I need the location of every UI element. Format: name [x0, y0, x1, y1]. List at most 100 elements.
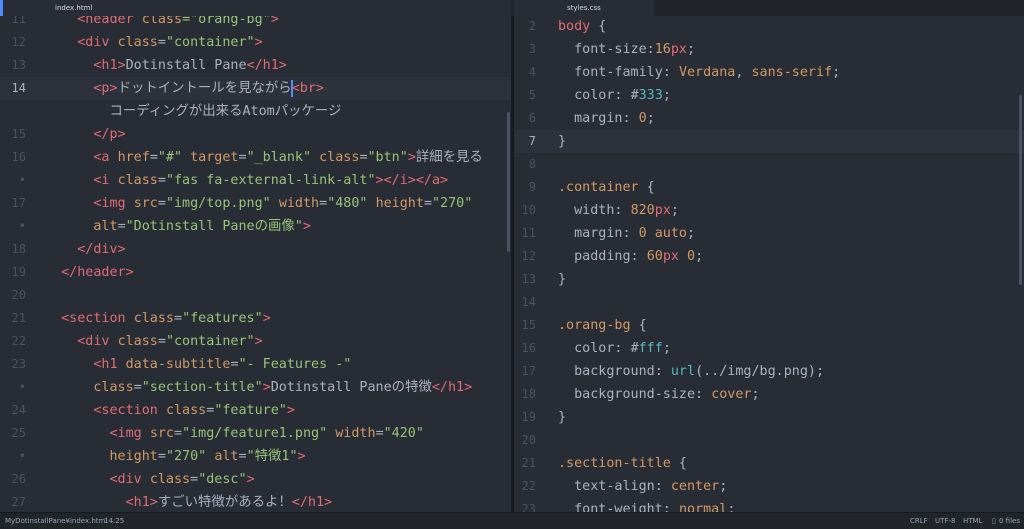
code-text[interactable]: <section class="feature"> [45, 399, 295, 422]
tab-styles-css[interactable]: styles.css [514, 0, 654, 16]
code-text[interactable]: <h1 data-subtitle="- Features -" [45, 353, 351, 376]
code-text[interactable]: コーディングが出来るAtomパッケージ [45, 100, 342, 123]
code-text[interactable]: } [558, 268, 566, 291]
code-line[interactable]: 13 <h1>Dotinstall Pane</h1> [0, 54, 512, 77]
code-line[interactable]: 17 background: url(../img/bg.png); [514, 360, 1024, 383]
code-text[interactable]: <header class="orang-bg"> [45, 16, 279, 31]
code-line[interactable]: 18 </div> [0, 238, 512, 261]
code-text[interactable]: } [558, 130, 566, 153]
grammar[interactable]: HTML [963, 513, 982, 529]
code-text[interactable]: <img src="img/top.png" width="480" heigh… [45, 192, 472, 215]
code-text[interactable]: padding: 60px 0; [558, 245, 703, 268]
code-line[interactable]: 9 .container { [514, 176, 1024, 199]
code-text[interactable]: <img src="img/feature1.png" width="420" [45, 422, 424, 445]
code-text[interactable]: <h1>すごい特徴があるよ！</h1> [45, 491, 332, 512]
code-line[interactable]: 5 color: #333; [514, 84, 1024, 107]
code-line[interactable]: 26 <div class="desc"> [0, 468, 512, 491]
code-line[interactable]: 21 .section-title { [514, 452, 1024, 475]
code-text[interactable]: alt="Dotinstall Paneの画像"> [45, 215, 311, 238]
code-line[interactable]: 24 <section class="feature"> [0, 399, 512, 422]
code-text[interactable]: </div> [45, 238, 125, 261]
code-line[interactable]: 23 font-weight: normal; [514, 498, 1024, 512]
code-text[interactable]: text-align: center; [558, 475, 727, 498]
code-text[interactable]: } [558, 406, 566, 429]
code-text[interactable]: .orang-bg { [558, 314, 647, 337]
code-text[interactable]: <i class="fas fa-external-link-alt"></i>… [45, 169, 448, 192]
code-text[interactable]: <div class="container"> [45, 330, 262, 353]
code-token: center [670, 479, 720, 494]
code-line[interactable]: 14 <p>ドットイントールを見ながら<br> [0, 77, 512, 100]
code-line[interactable]: 27 <h1>すごい特徴があるよ！</h1> [0, 491, 512, 512]
code-line[interactable]: • alt="Dotinstall Paneの画像"> [0, 215, 512, 238]
code-text[interactable]: <div class="desc"> [45, 468, 255, 491]
code-text[interactable]: width: 820px; [558, 199, 679, 222]
tab-index-html[interactable]: index.html [0, 0, 511, 16]
code-text[interactable]: </header> [45, 261, 134, 284]
code-text[interactable]: color: #fff; [558, 337, 671, 360]
file-path[interactable]: MyDotinstallPane¥index.html [5, 513, 107, 529]
code-token: "480" [327, 196, 368, 211]
editor-pane-left[interactable]: 11 <header class="orang-bg"> 12 <div clas… [0, 16, 512, 512]
code-line[interactable]: • class="section-title">Dotinstall Paneの… [0, 376, 512, 399]
code-line[interactable]: 15 </p> [0, 123, 512, 146]
code-line[interactable]: 3 font-size:16px; [514, 38, 1024, 61]
code-text[interactable]: background-size: cover; [558, 383, 759, 406]
code-text[interactable]: margin: 0 auto; [558, 222, 695, 245]
code-text[interactable]: font-weight: normal; [558, 498, 735, 512]
code-line[interactable]: 25 <img src="img/feature1.png" width="42… [0, 422, 512, 445]
code-line[interactable]: 17 <img src="img/top.png" width="480" he… [0, 192, 512, 215]
git-icon[interactable]: ▯ [992, 513, 996, 529]
code-line[interactable]: 23 <h1 data-subtitle="- Features -" [0, 353, 512, 376]
code-line[interactable]: 22 <div class="container"> [0, 330, 512, 353]
code-line[interactable]: 7} [514, 130, 1024, 153]
right-scrollbar[interactable] [1019, 95, 1022, 285]
code-line[interactable]: 20 [514, 429, 1024, 452]
code-line[interactable]: 4 font-family: Verdana, sans-serif; [514, 61, 1024, 84]
code-text[interactable]: font-family: Verdana, sans-serif; [558, 61, 840, 84]
code-line[interactable]: • height="270" alt="特徴1"> [0, 445, 512, 468]
git-files[interactable]: 0 files [999, 513, 1020, 529]
code-text[interactable]: <p>ドットイントールを見ながら<br> [45, 77, 324, 100]
code-line[interactable]: 11 margin: 0 auto; [514, 222, 1024, 245]
code-line[interactable]: 10 width: 820px; [514, 199, 1024, 222]
code-line[interactable]: 12 padding: 60px 0; [514, 245, 1024, 268]
cursor-position[interactable]: 14:25 [104, 513, 124, 529]
code-line[interactable]: • <i class="fas fa-external-link-alt"></… [0, 169, 512, 192]
code-line[interactable]: 13} [514, 268, 1024, 291]
code-text[interactable]: font-size:16px; [558, 38, 695, 61]
code-line[interactable]: 19 </header> [0, 261, 512, 284]
code-text[interactable]: color: #333; [558, 84, 671, 107]
code-text[interactable]: margin: 0; [558, 107, 655, 130]
code-line[interactable]: 22 text-align: center; [514, 475, 1024, 498]
code-text[interactable]: height="270" alt="特徴1"> [45, 445, 306, 468]
code-line[interactable]: 2 body { [514, 16, 1024, 38]
code-text[interactable]: <section class="features"> [45, 307, 271, 330]
code-line[interactable]: 18 background-size: cover; [514, 383, 1024, 406]
code-line[interactable]: 16 color: #fff; [514, 337, 1024, 360]
code-text[interactable]: .container { [558, 176, 655, 199]
code-line[interactable]: 12 <div class="container"> [0, 31, 512, 54]
code-text[interactable]: body { [558, 16, 606, 38]
code-text[interactable]: .section-title { [558, 452, 687, 475]
code-line[interactable]: コーディングが出来るAtomパッケージ [0, 100, 512, 123]
code-line[interactable]: 11 <header class="orang-bg"> [0, 16, 512, 31]
code-text[interactable]: </p> [45, 123, 125, 146]
encoding[interactable]: UTF-8 [935, 513, 955, 529]
code-text[interactable]: <h1>Dotinstall Pane</h1> [45, 54, 287, 77]
line-ending[interactable]: CRLF [910, 513, 928, 529]
left-scrollbar[interactable] [507, 112, 510, 252]
code-text[interactable]: <a href="#" target="_blank" class="btn">… [45, 146, 482, 169]
code-line[interactable]: 20 [0, 284, 512, 307]
code-line[interactable]: 16 <a href="#" target="_blank" class="bt… [0, 146, 512, 169]
code-line[interactable]: 21 <section class="features"> [0, 307, 512, 330]
code-line[interactable]: 6 margin: 0; [514, 107, 1024, 130]
code-line[interactable]: 19} [514, 406, 1024, 429]
code-line[interactable]: 14 [514, 291, 1024, 314]
code-line[interactable]: 15 .orang-bg { [514, 314, 1024, 337]
code-line[interactable]: 8 [514, 153, 1024, 176]
code-text[interactable]: background: url(../img/bg.png); [558, 360, 824, 383]
code-text[interactable]: <div class="container"> [45, 31, 262, 54]
editor-pane-right[interactable]: 2 body {3 font-size:16px; 4 font-family: V… [514, 16, 1024, 512]
code-text[interactable]: class="section-title">Dotinstall Paneの特徴… [45, 376, 472, 399]
